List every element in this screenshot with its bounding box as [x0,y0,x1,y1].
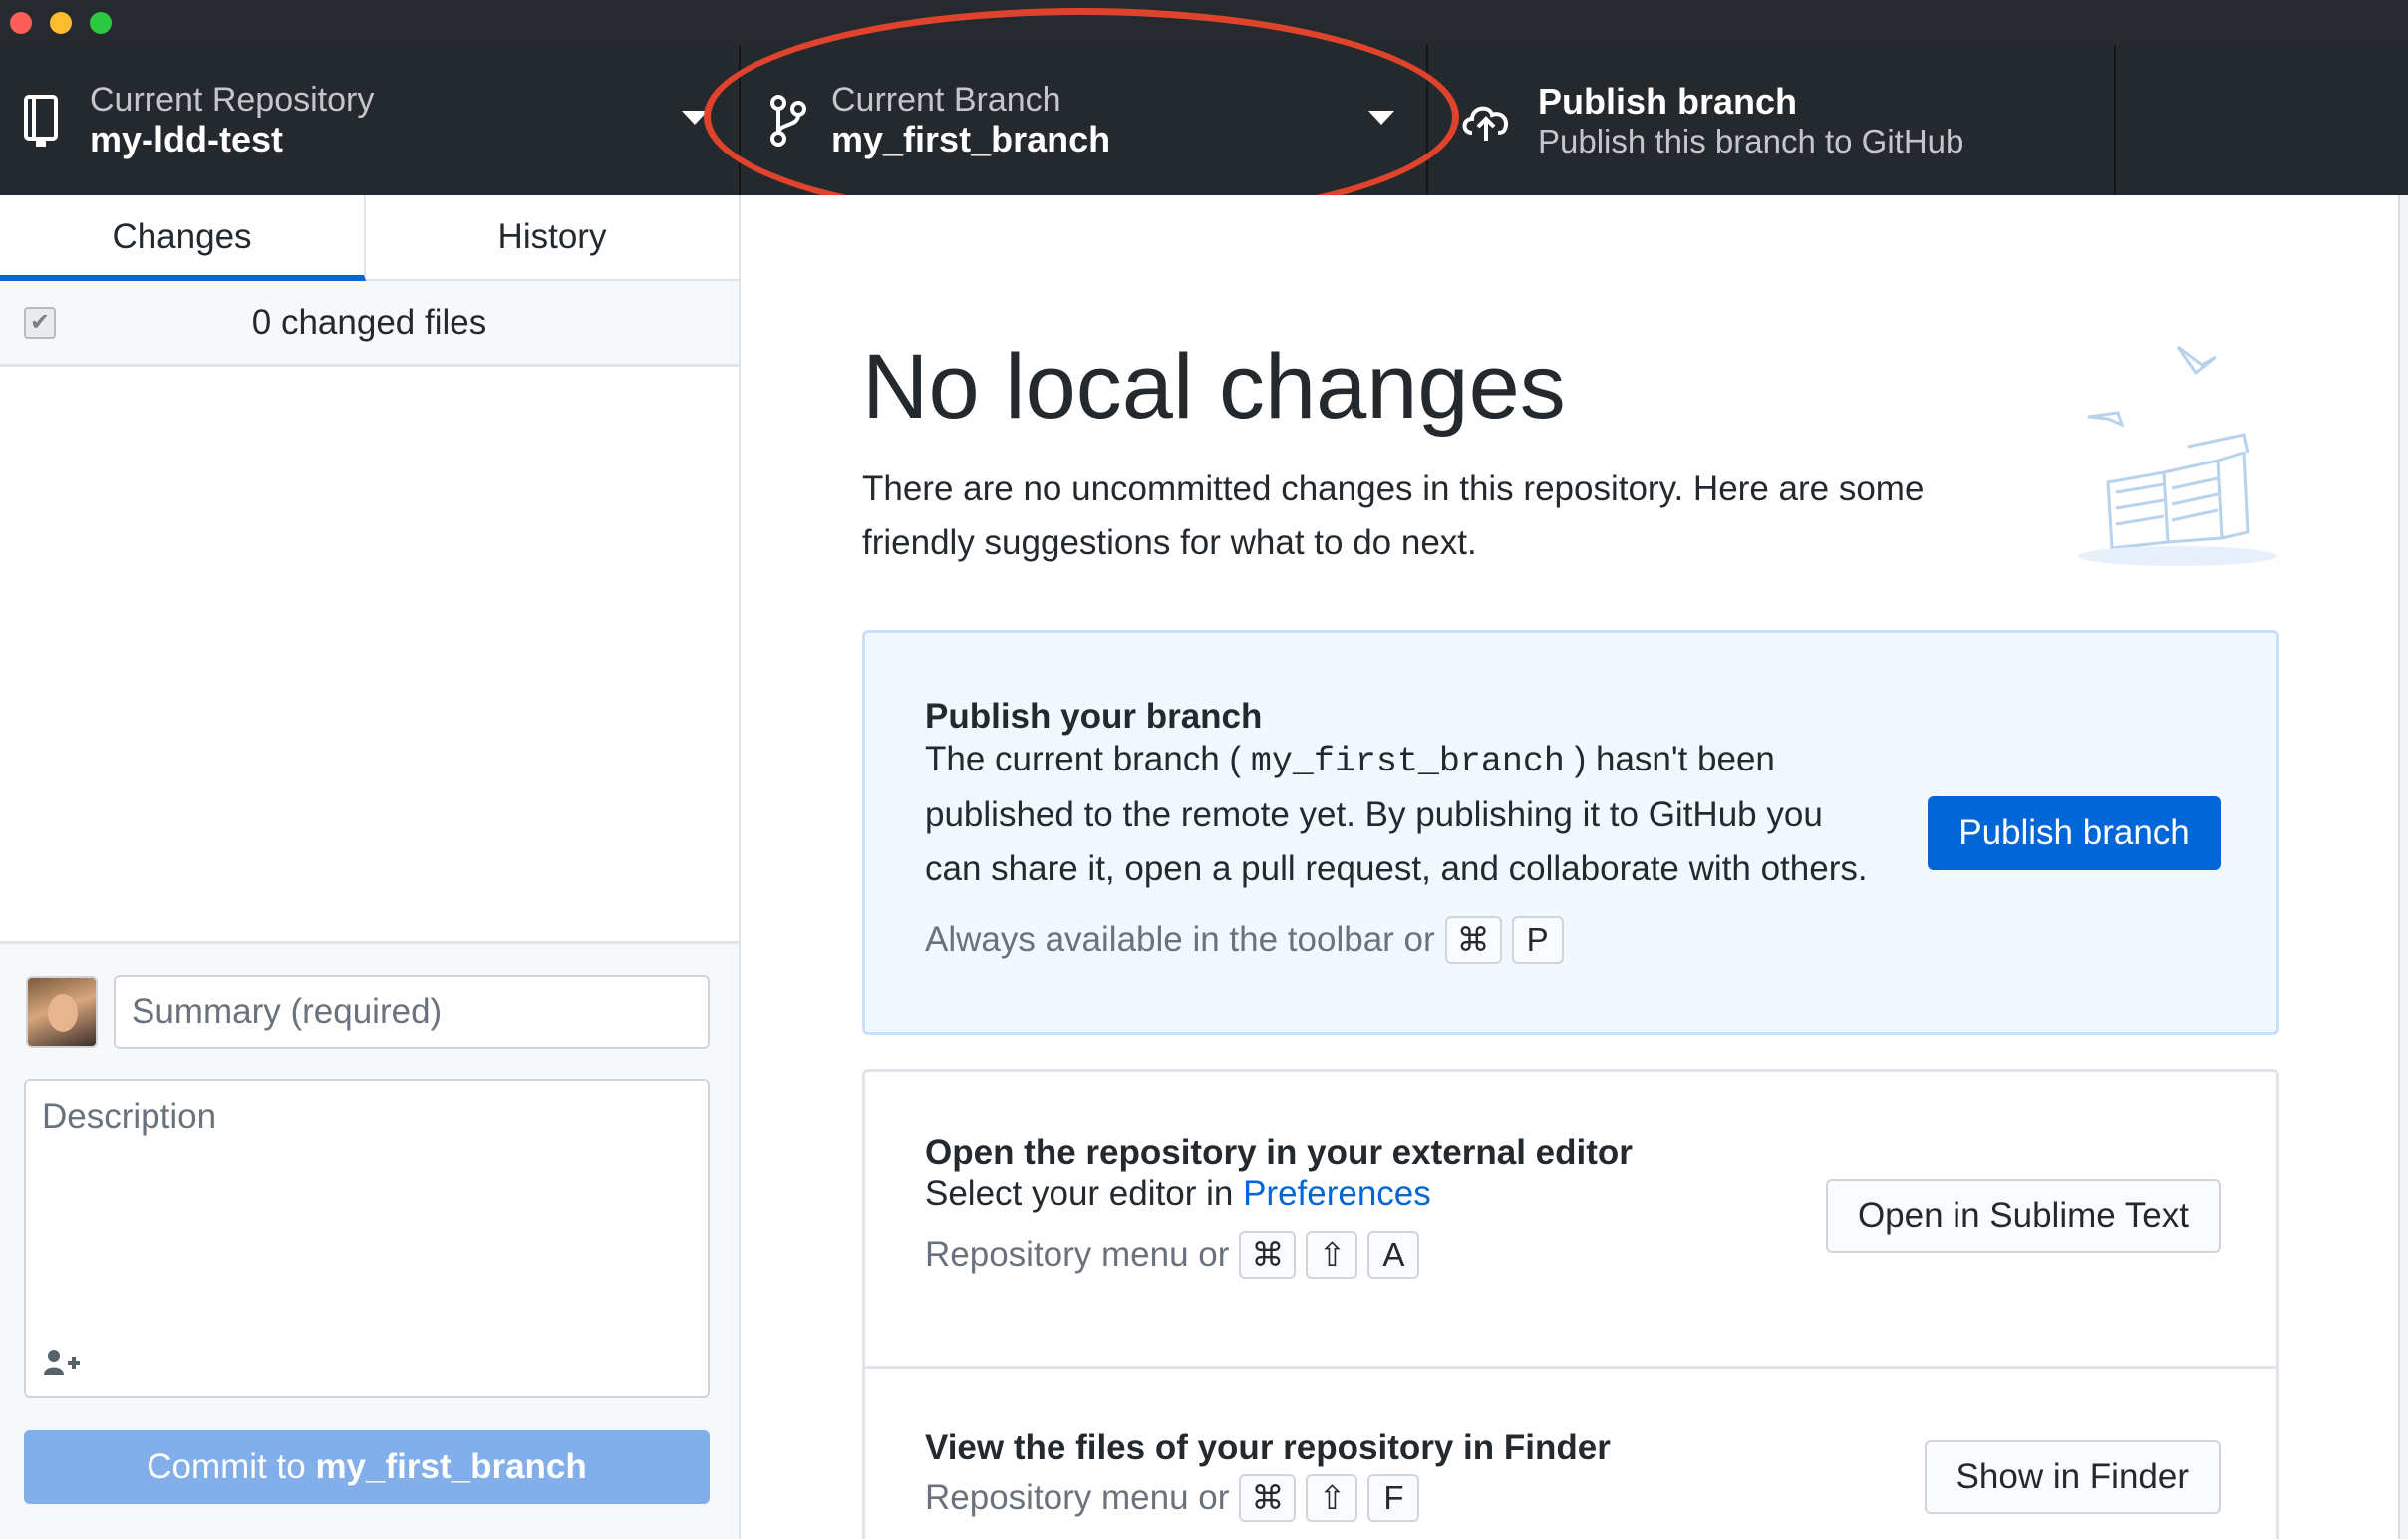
publish-card-title: Publish your branch [925,697,1263,736]
current-repository-dropdown[interactable]: Current Repository my-ldd-test [0,45,741,195]
open-in-sublime-text-button[interactable]: Open in Sublime Text [1825,1179,2221,1253]
finder-card-hint-text: Repository menu or [925,1478,1230,1517]
publish-branch-subtitle: Publish this branch to GitHub [1538,123,1964,159]
publish-branch-title: Publish branch [1538,81,1798,122]
commit-button-prefix: Commit to [147,1447,306,1486]
show-in-finder-button[interactable]: Show in Finder [1924,1440,2221,1514]
avatar [26,976,98,1048]
tab-changes[interactable]: Changes [0,195,366,281]
description-input[interactable] [26,1081,708,1331]
git-branch-icon [770,95,806,147]
current-repository-name: my-ldd-test [90,119,284,159]
open-editor-card: Open the repository in your external edi… [862,1069,2279,1366]
caret-down-icon [1368,111,1394,125]
page-title: No local changes [862,336,1566,438]
shift-key: ⇧ [1306,1231,1358,1279]
editor-card-body: Select your editor in Preferences [925,1167,1431,1221]
close-window-button[interactable] [10,12,32,34]
current-branch-name: my_first_branch [831,119,1111,159]
current-branch-label: Current Branch [831,81,1061,119]
intro-text: There are no uncommitted changes in this… [862,469,1925,562]
zoom-window-button[interactable] [90,12,112,34]
a-key: A [1367,1231,1420,1279]
sidebar-tabs: Changes History [0,195,739,281]
command-key: ⌘ [1239,1231,1297,1279]
p-key: P [1511,916,1564,964]
summary-input[interactable] [114,975,710,1049]
preferences-link[interactable]: Preferences [1243,1174,1431,1213]
commit-button[interactable]: Commit to my_first_branch [24,1430,710,1504]
editor-card-body-text: Select your editor in [925,1174,1234,1213]
finder-card-title: View the files of your repository in Fin… [925,1428,1611,1467]
editor-card-hint: Repository menu or ⌘ ⇧ A [925,1231,1420,1279]
publish-card-hint-text: Always available in the toolbar or [925,920,1435,959]
minimize-window-button[interactable] [50,12,72,34]
description-box [24,1079,710,1398]
repo-icon [24,95,58,147]
command-key: ⌘ [1444,916,1502,964]
command-key: ⌘ [1239,1474,1297,1522]
add-coauthor-icon[interactable] [42,1347,84,1377]
publish-card-branch-name: my_first_branch [1250,742,1565,781]
editor-card-hint-text: Repository menu or [925,1235,1230,1274]
illustration-papers [2078,345,2277,566]
publish-branch-card: Publish your branch The current branch (… [862,630,2279,1035]
current-repository-label: Current Repository [90,81,375,119]
show-in-finder-card: View the files of your repository in Fin… [862,1366,2279,1539]
tab-history[interactable]: History [366,195,739,281]
f-key: F [1367,1474,1420,1522]
changed-files-header: ✔ 0 changed files [0,281,739,367]
main-content: No local changes There are no uncommitte… [743,195,2408,1539]
changed-files-count: 0 changed files [251,303,487,342]
sidebar: Changes History ✔ 0 changed files Commit… [0,195,741,1539]
publish-card-body-before: The current branch ( [925,740,1242,778]
window-edge [2398,195,2408,1539]
publish-branch-toolbar-button[interactable]: Publish branch Publish this branch to Gi… [1428,45,2116,195]
toolbar: Current Repository my-ldd-test Current B… [0,45,2408,195]
commit-button-branch: my_first_branch [315,1447,587,1486]
cloud-upload-icon [1462,106,1509,141]
finder-card-hint: Repository menu or ⌘ ⇧ F [925,1474,1420,1522]
publish-branch-button[interactable]: Publish branch [1928,796,2221,870]
publish-card-hint: Always available in the toolbar or ⌘ P [925,916,1564,964]
publish-card-body: The current branch ( my_first_branch ) h… [925,733,1882,896]
current-branch-dropdown[interactable]: Current Branch my_first_branch [741,45,1428,195]
window-titlebar [0,0,2408,45]
commit-message-area: Commit to my_first_branch [0,941,739,1539]
shift-key: ⇧ [1306,1474,1358,1522]
caret-down-icon [682,111,708,125]
